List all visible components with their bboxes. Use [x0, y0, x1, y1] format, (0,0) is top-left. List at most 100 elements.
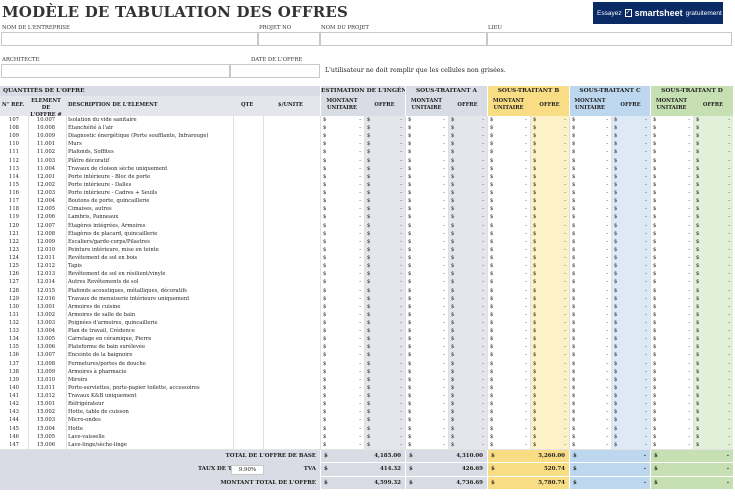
unit-amount-cell[interactable]: $ - [487, 205, 530, 214]
row-description[interactable]: Tapis [68, 262, 233, 270]
unit-amount-cell[interactable]: $ - [569, 286, 611, 295]
row-unit-price[interactable] [263, 367, 320, 376]
unit-amount-cell[interactable]: $ - [487, 310, 530, 319]
row-qty[interactable] [233, 310, 263, 319]
unit-amount-cell[interactable]: $ - [405, 132, 448, 141]
row-unit-price[interactable] [263, 140, 320, 149]
row-description[interactable]: Plateforme de bain surélevée [68, 343, 233, 351]
unit-amount-cell[interactable]: $ - [487, 116, 530, 125]
row-unit-price[interactable] [263, 416, 320, 425]
unit-amount-cell[interactable]: $ - [405, 270, 448, 279]
unit-amount-cell[interactable]: $ - [320, 400, 364, 409]
row-qty[interactable] [233, 383, 263, 393]
unit-amount-cell[interactable]: $ - [569, 189, 611, 198]
unit-amount-cell[interactable]: $ - [320, 180, 364, 190]
row-qty[interactable] [233, 424, 263, 433]
unit-amount-cell[interactable]: $ - [487, 270, 530, 279]
row-qty[interactable] [233, 132, 263, 141]
row-unit-price[interactable] [263, 278, 320, 287]
row-description[interactable]: Travaux K&B uniquement [68, 392, 233, 400]
unit-amount-cell[interactable]: $ - [320, 148, 364, 157]
unit-amount-cell[interactable]: $ - [487, 197, 530, 206]
unit-amount-cell[interactable]: $ - [650, 432, 693, 441]
unit-amount-cell[interactable]: $ - [487, 327, 530, 336]
unit-amount-cell[interactable]: $ - [320, 140, 364, 149]
unit-amount-cell[interactable]: $ - [487, 124, 530, 133]
unit-amount-cell[interactable]: $ - [569, 335, 611, 344]
unit-amount-cell[interactable]: $ - [320, 254, 364, 263]
row-description[interactable]: Travaux de cloison sèche uniquement [68, 165, 233, 173]
unit-amount-cell[interactable]: $ - [405, 375, 448, 384]
unit-amount-cell[interactable]: $ - [405, 221, 448, 230]
row-description[interactable]: Armoires à pharmacie [68, 368, 233, 376]
unit-amount-cell[interactable]: $ - [569, 148, 611, 157]
row-description[interactable]: Fermetures/portes de douche [68, 360, 233, 368]
row-description[interactable]: Étagères intégrées, Armoires [68, 222, 233, 230]
unit-amount-cell[interactable]: $ - [569, 392, 611, 401]
unit-amount-cell[interactable]: $ - [320, 245, 364, 255]
unit-amount-cell[interactable]: $ - [405, 351, 448, 360]
unit-amount-cell[interactable]: $ - [650, 262, 693, 271]
row-description[interactable]: Micro-ondes [68, 416, 233, 424]
unit-amount-cell[interactable]: $ - [405, 254, 448, 263]
unit-amount-cell[interactable]: $ - [569, 294, 611, 303]
unit-amount-cell[interactable]: $ - [405, 367, 448, 376]
unit-amount-cell[interactable]: $ - [650, 116, 693, 125]
row-qty[interactable] [233, 286, 263, 295]
unit-amount-cell[interactable]: $ - [320, 440, 364, 449]
row-qty[interactable] [233, 432, 263, 441]
row-qty[interactable] [233, 237, 263, 246]
unit-amount-cell[interactable]: $ - [405, 197, 448, 206]
row-description[interactable]: Lave-vaisselle [68, 433, 233, 441]
unit-amount-cell[interactable]: $ - [569, 197, 611, 206]
unit-amount-cell[interactable]: $ - [320, 213, 364, 222]
row-qty[interactable] [233, 270, 263, 279]
unit-amount-cell[interactable]: $ - [405, 213, 448, 222]
row-unit-price[interactable] [263, 392, 320, 401]
unit-amount-cell[interactable]: $ - [569, 254, 611, 263]
unit-amount-cell[interactable]: $ - [487, 148, 530, 157]
unit-amount-cell[interactable]: $ - [405, 359, 448, 368]
row-description[interactable]: Diagnostic énergétique (Porte soufflante… [68, 132, 233, 140]
unit-amount-cell[interactable]: $ - [405, 124, 448, 133]
unit-amount-cell[interactable]: $ - [320, 383, 364, 393]
row-unit-price[interactable] [263, 205, 320, 214]
unit-amount-cell[interactable]: $ - [405, 116, 448, 125]
unit-amount-cell[interactable]: $ - [569, 400, 611, 409]
project-no-field[interactable] [258, 32, 320, 46]
row-description[interactable]: Isolation du vide sanitaire [68, 116, 233, 124]
row-qty[interactable] [233, 156, 263, 165]
row-qty[interactable] [233, 351, 263, 360]
row-qty[interactable] [233, 124, 263, 133]
unit-amount-cell[interactable]: $ - [650, 205, 693, 214]
row-unit-price[interactable] [263, 400, 320, 409]
unit-amount-cell[interactable]: $ - [405, 237, 448, 246]
row-qty[interactable] [233, 164, 263, 173]
row-description[interactable]: Cimaises, autres [68, 205, 233, 213]
unit-amount-cell[interactable]: $ - [320, 197, 364, 206]
row-qty[interactable] [233, 302, 263, 311]
unit-amount-cell[interactable]: $ - [650, 237, 693, 246]
unit-amount-cell[interactable]: $ - [320, 367, 364, 376]
unit-amount-cell[interactable]: $ - [487, 189, 530, 198]
row-qty[interactable] [233, 400, 263, 409]
unit-amount-cell[interactable]: $ - [405, 205, 448, 214]
unit-amount-cell[interactable]: $ - [487, 302, 530, 311]
row-unit-price[interactable] [263, 148, 320, 157]
unit-amount-cell[interactable]: $ - [650, 327, 693, 336]
unit-amount-cell[interactable]: $ - [487, 367, 530, 376]
row-unit-price[interactable] [263, 375, 320, 384]
row-description[interactable]: Poignées d'armoires, quincaillerie [68, 319, 233, 327]
row-unit-price[interactable] [263, 327, 320, 336]
row-unit-price[interactable] [263, 335, 320, 344]
row-qty[interactable] [233, 375, 263, 384]
row-unit-price[interactable] [263, 213, 320, 222]
row-unit-price[interactable] [263, 383, 320, 393]
unit-amount-cell[interactable]: $ - [320, 156, 364, 165]
unit-amount-cell[interactable]: $ - [320, 132, 364, 141]
unit-amount-cell[interactable]: $ - [405, 229, 448, 238]
row-unit-price[interactable] [263, 319, 320, 328]
unit-amount-cell[interactable]: $ - [569, 319, 611, 328]
row-description[interactable]: Armoires de cuisine [68, 303, 233, 311]
row-qty[interactable] [233, 359, 263, 368]
